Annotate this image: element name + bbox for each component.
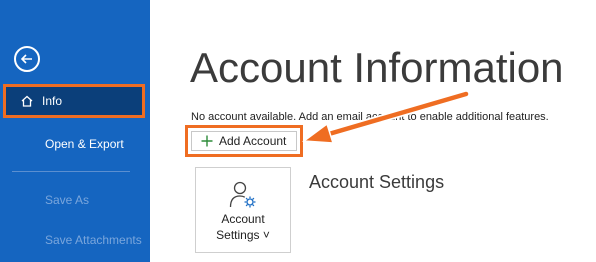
sidebar-item-save-as[interactable]: Save As bbox=[0, 182, 150, 218]
sidebar-divider bbox=[12, 171, 130, 172]
account-settings-heading: Account Settings bbox=[309, 172, 445, 192]
add-account-label: Add Account bbox=[219, 134, 287, 148]
sidebar-item-label: Info bbox=[42, 94, 63, 108]
sidebar-item-save-attachments[interactable]: Save Attachments bbox=[0, 222, 150, 258]
add-account-highlight: Add Account bbox=[185, 125, 303, 157]
add-account-button[interactable]: Add Account bbox=[191, 131, 297, 151]
back-arrow-icon bbox=[20, 54, 32, 64]
plus-icon bbox=[201, 135, 213, 147]
sidebar-item-label: Open & Export bbox=[45, 137, 124, 151]
account-settings-tile-label: Account bbox=[221, 212, 265, 226]
back-button[interactable] bbox=[14, 46, 40, 72]
user-gear-icon bbox=[229, 181, 256, 208]
sidebar-item-label: Save As bbox=[45, 193, 90, 207]
account-info-text: No account available. Add an email accou… bbox=[191, 111, 549, 123]
sidebar-item-label: Save Attachments bbox=[45, 233, 142, 247]
sidebar-item-open-export[interactable]: Open & Export bbox=[0, 126, 150, 162]
sidebar: Info Open & Export Save As Save Attachme… bbox=[0, 0, 150, 262]
home-icon bbox=[21, 95, 33, 107]
page-title: Account Information bbox=[190, 44, 564, 91]
account-settings-button[interactable]: Account Settings ˅ bbox=[195, 167, 291, 253]
account-settings-tile-label-dropdown: Settings ˅ bbox=[216, 228, 270, 242]
sidebar-item-info[interactable]: Info bbox=[3, 84, 145, 118]
